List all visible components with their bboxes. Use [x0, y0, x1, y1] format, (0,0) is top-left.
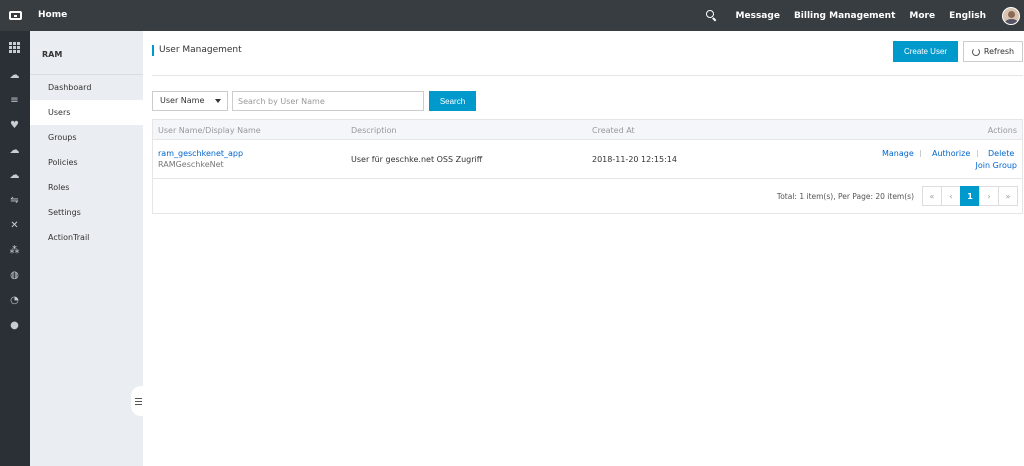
- database-icon[interactable]: ≡: [8, 94, 21, 106]
- user-name-link[interactable]: ram_geschkenet_app: [158, 149, 243, 158]
- last-page-button[interactable]: »: [998, 186, 1018, 206]
- circle-icon[interactable]: ●: [8, 319, 21, 331]
- message-link[interactable]: Message: [736, 11, 780, 21]
- main-content: User Management Create User Refresh User…: [143, 31, 1024, 466]
- globe-icon[interactable]: ◍: [8, 269, 21, 281]
- sidebar-item-groups[interactable]: Groups: [30, 125, 143, 150]
- close-x-icon[interactable]: ✕: [8, 219, 21, 231]
- column-header-description: Description: [351, 126, 397, 135]
- table-header: User Name/Display Name Description Creat…: [153, 120, 1022, 140]
- sidebar-item-actiontrail[interactable]: ActionTrail: [30, 225, 143, 250]
- top-navigation-bar: Home Message Billing Management More Eng…: [0, 0, 1024, 31]
- sidebar-item-policies[interactable]: Policies: [30, 150, 143, 175]
- title-divider: [152, 75, 1023, 76]
- network-icon[interactable]: ⁂: [8, 244, 21, 256]
- join-group-link[interactable]: Join Group: [976, 161, 1017, 170]
- refresh-icon: [971, 47, 980, 56]
- transfer-icon[interactable]: ⇋: [8, 194, 21, 206]
- display-name: RAMGeschkeNet: [158, 160, 224, 169]
- user-avatar[interactable]: [1002, 6, 1020, 25]
- search-button[interactable]: Search: [429, 91, 476, 111]
- chevron-down-icon: [215, 99, 221, 103]
- home-link[interactable]: Home: [38, 10, 67, 20]
- column-header-name: User Name/Display Name: [158, 126, 261, 135]
- product-icon-rail: ☁ ≡ ♥ ☁ ☁ ⇋ ✕ ⁂ ◍ ◔ ●: [0, 31, 30, 466]
- ram-sidebar: RAM Dashboard Users Groups Policies Role…: [30, 31, 145, 466]
- manage-link[interactable]: Manage: [882, 149, 914, 158]
- column-header-actions: Actions: [987, 126, 1017, 135]
- table-footer: Total: 1 item(s), Per Page: 20 item(s) «…: [153, 179, 1022, 213]
- created-at-cell: 2018-11-20 12:15:14: [592, 155, 677, 164]
- search-icon[interactable]: [704, 8, 720, 24]
- authorize-link[interactable]: Authorize: [932, 149, 970, 158]
- sidebar-item-roles[interactable]: Roles: [30, 175, 143, 200]
- refresh-label: Refresh: [983, 47, 1015, 56]
- page-1-button[interactable]: 1: [960, 186, 980, 206]
- billing-management-link[interactable]: Billing Management: [794, 11, 895, 21]
- cloud-storage-icon[interactable]: ☁: [8, 169, 21, 181]
- language-switcher[interactable]: English: [949, 11, 986, 21]
- sidebar-title: RAM: [30, 31, 143, 75]
- sidebar-item-settings[interactable]: Settings: [30, 200, 143, 225]
- first-page-button[interactable]: «: [922, 186, 942, 206]
- cloud-upload-icon[interactable]: ☁: [8, 144, 21, 156]
- more-menu[interactable]: More: [909, 11, 935, 21]
- page-title: User Management: [152, 45, 242, 56]
- search-input[interactable]: [232, 91, 424, 111]
- prev-page-button[interactable]: ‹: [941, 186, 961, 206]
- pie-chart-icon[interactable]: ◔: [8, 294, 21, 306]
- refresh-button[interactable]: Refresh: [963, 41, 1023, 62]
- top-right-menu: Message Billing Management More English: [704, 0, 1024, 31]
- sidebar-item-users[interactable]: Users: [30, 100, 143, 125]
- users-table: User Name/Display Name Description Creat…: [152, 119, 1023, 214]
- console-logo-icon[interactable]: [0, 0, 30, 31]
- search-field-select[interactable]: User Name: [152, 91, 228, 111]
- next-page-button[interactable]: ›: [979, 186, 999, 206]
- action-separator: [920, 150, 921, 157]
- trophy-icon[interactable]: ♥: [8, 119, 21, 131]
- search-field-select-value: User Name: [160, 96, 205, 105]
- action-separator: [977, 150, 978, 157]
- pagination: « ‹ 1 › »: [922, 186, 1018, 206]
- create-user-button[interactable]: Create User: [893, 41, 958, 62]
- sidebar-item-dashboard[interactable]: Dashboard: [30, 75, 143, 100]
- table-row: ram_geschkenet_app RAMGeschkeNet User fü…: [153, 140, 1022, 179]
- menu-icon: [134, 397, 142, 405]
- cloud-icon[interactable]: ☁: [8, 69, 21, 81]
- description-cell: User für geschke.net OSS Zugriff: [351, 155, 483, 164]
- apps-grid-icon[interactable]: [8, 41, 21, 53]
- column-header-created: Created At: [592, 126, 635, 135]
- pagination-total: Total: 1 item(s), Per Page: 20 item(s): [776, 192, 914, 201]
- delete-link[interactable]: Delete: [988, 149, 1014, 158]
